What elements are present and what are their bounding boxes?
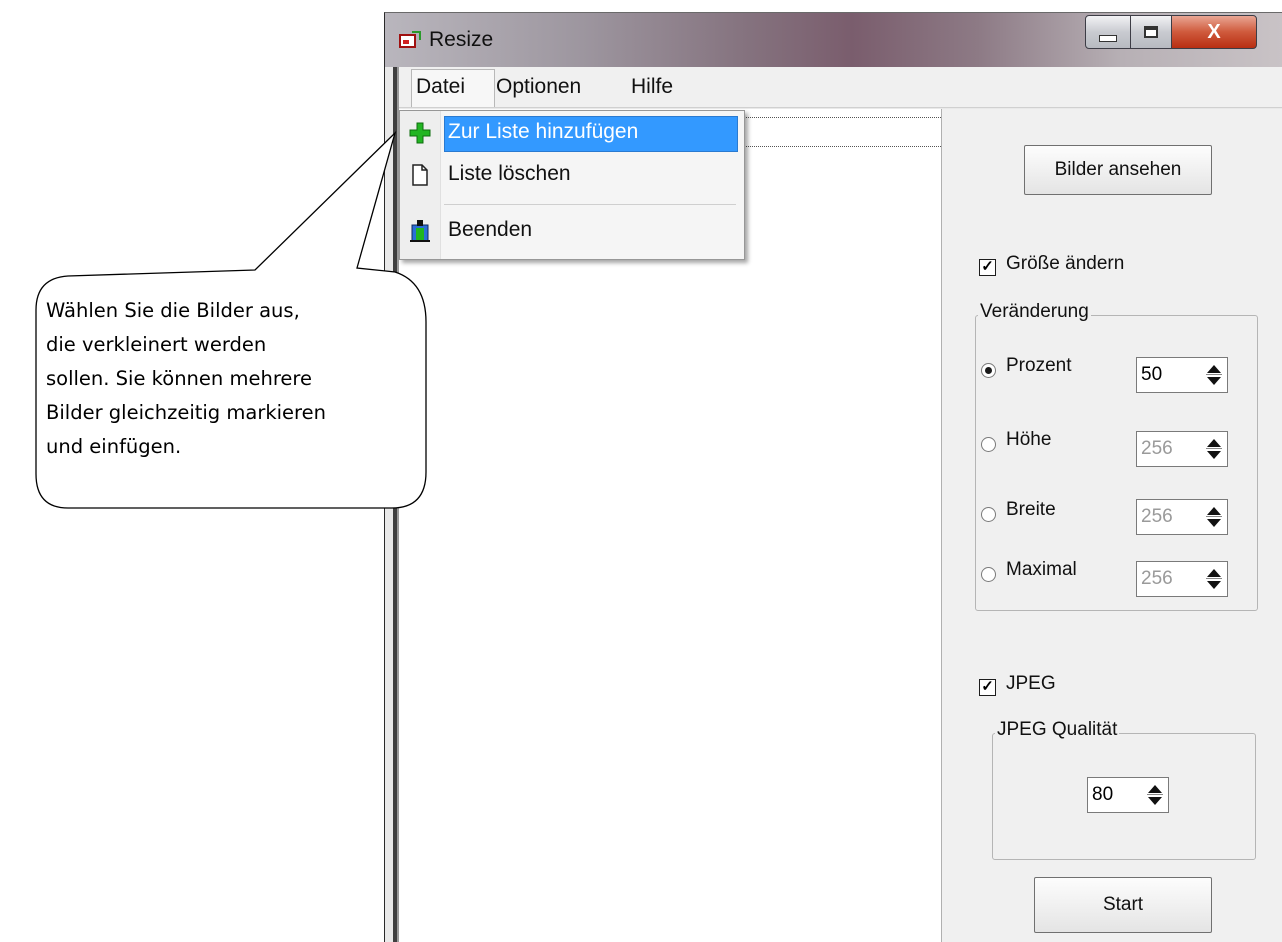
callout-text: Wählen Sie die Bilder aus, die verkleine… — [46, 294, 426, 464]
change-groupbox-legend: Veränderung — [978, 301, 1091, 323]
maximal-spinbox[interactable]: 256 — [1136, 561, 1228, 597]
menu-optionen[interactable]: Optionen — [496, 75, 581, 99]
menu-item-add-to-list[interactable]: Zur Liste hinzufügen — [402, 113, 740, 153]
jpeg-checkbox-label: JPEG — [1006, 673, 1056, 694]
spin-arrows-icon[interactable] — [1203, 436, 1225, 462]
breite-value: 256 — [1141, 506, 1173, 527]
menu-item-add-label: Zur Liste hinzufügen — [448, 120, 639, 143]
quality-groupbox-legend: JPEG Qualität — [995, 719, 1120, 741]
radio-prozent[interactable] — [981, 363, 996, 378]
minimize-icon — [1099, 34, 1117, 42]
maximize-icon — [1144, 26, 1158, 38]
menu-bar: Datei Optionen Hilfe — [399, 67, 1282, 108]
blank-document-icon — [412, 164, 428, 186]
maximize-button[interactable] — [1130, 15, 1172, 49]
radio-prozent-label: Prozent — [1006, 355, 1072, 376]
prozent-value: 50 — [1141, 364, 1163, 385]
quality-value: 80 — [1092, 784, 1114, 805]
callout-line: die verkleinert werden — [46, 333, 267, 356]
view-images-button[interactable]: Bilder ansehen — [1024, 145, 1212, 195]
menu-item-clear-label: Liste löschen — [448, 162, 571, 185]
callout-line: sollen. Sie können mehrere — [46, 367, 312, 390]
app-icon — [399, 31, 421, 48]
menu-datei[interactable]: Datei — [416, 75, 465, 99]
radio-breite[interactable] — [981, 507, 996, 522]
spin-arrows-icon[interactable] — [1203, 566, 1225, 592]
prozent-spinbox[interactable]: 50 — [1136, 357, 1228, 393]
options-panel: Bilder ansehen ✓ Größe ändern Veränderun… — [941, 109, 1282, 942]
callout-line: Wählen Sie die Bilder aus, — [46, 299, 300, 322]
spin-arrows-icon[interactable] — [1203, 504, 1225, 530]
list-focus-rectangle — [735, 117, 951, 147]
menu-item-exit[interactable]: Beenden — [402, 211, 740, 251]
minimize-button[interactable] — [1085, 15, 1131, 49]
radio-selected-dot — [985, 367, 992, 374]
resize-checkbox-label: Größe ändern — [1006, 253, 1125, 274]
window-title: Resize — [429, 28, 494, 51]
close-button[interactable]: X — [1171, 15, 1257, 49]
hoehe-value: 256 — [1141, 438, 1173, 459]
quality-spinbox[interactable]: 80 — [1087, 777, 1169, 813]
radio-maximal-label: Maximal — [1006, 559, 1077, 580]
radio-maximal[interactable] — [981, 567, 996, 582]
menu-hilfe[interactable]: Hilfe — [631, 75, 673, 99]
menu-separator — [444, 204, 736, 205]
menu-item-exit-label: Beenden — [448, 218, 533, 241]
radio-hoehe[interactable] — [981, 437, 996, 452]
menu-item-clear-list[interactable]: Liste löschen — [402, 155, 740, 195]
datei-dropdown-menu: Zur Liste hinzufügen Liste löschen Beend… — [399, 110, 745, 260]
radio-hoehe-label: Höhe — [1006, 429, 1052, 450]
callout-line: Bilder gleichzeitig markieren — [46, 401, 326, 424]
title-bar[interactable]: Resize X — [385, 13, 1282, 67]
hoehe-spinbox[interactable]: 256 — [1136, 431, 1228, 467]
spin-arrows-icon[interactable] — [1144, 782, 1166, 808]
callout-line: und einfügen. — [46, 435, 182, 458]
green-plus-icon — [409, 122, 431, 144]
resize-checkbox[interactable]: ✓ — [979, 259, 996, 276]
spin-arrows-icon[interactable] — [1203, 362, 1225, 388]
breite-spinbox[interactable]: 256 — [1136, 499, 1228, 535]
jpeg-checkbox[interactable]: ✓ — [979, 679, 996, 696]
radio-breite-label: Breite — [1006, 499, 1056, 520]
exit-door-icon — [410, 220, 430, 242]
close-icon: X — [1207, 20, 1221, 43]
maximal-value: 256 — [1141, 568, 1173, 589]
start-button[interactable]: Start — [1034, 877, 1212, 933]
